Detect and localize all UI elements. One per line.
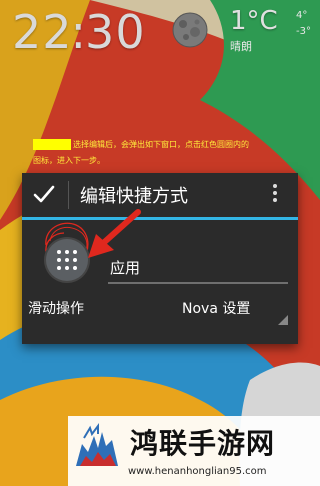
app-drawer-icon[interactable] [46, 239, 88, 281]
swipe-action-label: 滑动操作 [28, 301, 84, 317]
watermark-title: 鸿联手游网 [130, 427, 276, 460]
field-underline [108, 282, 288, 284]
weather-low: -3° [296, 26, 311, 37]
weather-high: 4° [296, 10, 308, 21]
moon-icon [172, 12, 208, 48]
clock-hours: 22 [12, 5, 73, 59]
weather-description: 晴朗 [230, 40, 252, 53]
instruction-line-1: 选择编辑后，会弹出如下窗口，点击红色圆圈内的 [73, 140, 249, 149]
deer-logo-icon [76, 423, 118, 466]
watermark-banner: 鸿联手游网 www.henanhonglian95.com [68, 416, 320, 486]
overflow-menu-icon[interactable] [260, 181, 290, 209]
clock-minutes: 30 [85, 5, 146, 59]
swipe-action-dropdown[interactable]: Nova 设置 [172, 293, 290, 327]
swipe-action-value: Nova 设置 [182, 301, 251, 317]
dialog-title: 编辑快捷方式 [80, 186, 188, 207]
weather-temperature: 1°C [230, 6, 278, 36]
dropdown-corner-icon [278, 315, 288, 325]
instruction-note: 选择编辑后，会弹出如下窗口，点击红色圆圈内的 图标，进入下一步。 [33, 137, 293, 169]
clock-time: 22:30 [12, 6, 146, 58]
instruction-line-2: 图标，进入下一步。 [33, 156, 105, 165]
edit-shortcut-dialog: 编辑快捷方式 应用 滑动操作 Nova 设置 [22, 173, 298, 344]
shortcut-name-value: 应用 [110, 259, 141, 277]
header-divider [68, 181, 69, 209]
shortcut-name-field[interactable]: 应用 [108, 257, 288, 284]
yellow-highlight-mark [33, 139, 71, 150]
check-icon[interactable] [32, 182, 56, 206]
watermark-url: www.henanhonglian95.com [128, 466, 267, 477]
clock-widget[interactable]: 22:30 1°C 晴朗 4° -3° [0, 0, 320, 60]
